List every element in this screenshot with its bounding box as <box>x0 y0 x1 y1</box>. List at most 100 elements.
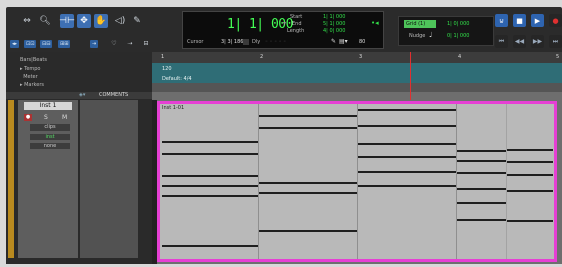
midi-note[interactable] <box>259 192 357 194</box>
pencil-tool-icon[interactable]: ✎ <box>130 14 144 28</box>
track-link-icon[interactable]: ⇢ <box>124 37 136 49</box>
rewind-button[interactable]: ◀◀ <box>513 35 526 48</box>
midi-note[interactable] <box>259 230 357 232</box>
meter-dots: ◦ ◦ ◦ ◦ ◦ <box>265 39 287 45</box>
midi-note[interactable] <box>507 149 553 151</box>
midi-note[interactable] <box>259 127 357 129</box>
start-label: Start <box>290 14 303 20</box>
midi-note[interactable] <box>162 175 258 177</box>
record-arm-icon[interactable]: ● <box>24 114 32 121</box>
nudge-time-value[interactable]: 0| 1| 000 <box>447 33 469 39</box>
midi-note[interactable] <box>457 202 506 204</box>
midi-note[interactable] <box>507 220 553 222</box>
tempo-value[interactable]: 120 <box>162 66 172 72</box>
midi-note[interactable] <box>358 125 456 127</box>
go-to-start-button[interactable]: ⏮ <box>495 35 508 48</box>
automation-mode-selector[interactable]: none <box>30 143 70 149</box>
zoom-toggle-icon[interactable]: ⇔ <box>20 14 34 28</box>
midi-merge-icon[interactable]: ⊍ <box>495 14 508 27</box>
grid-mode-indicator[interactable]: Grid (1) <box>404 20 436 28</box>
midi-note[interactable] <box>507 190 553 192</box>
midi-note[interactable] <box>358 143 456 145</box>
smart-tool-icon[interactable]: ✥ <box>77 14 91 28</box>
shuffle-mode-button[interactable]: ◂▸ <box>10 40 20 48</box>
mute-button[interactable]: M <box>62 114 67 121</box>
midi-note[interactable] <box>358 109 456 111</box>
midi-note[interactable] <box>358 171 456 173</box>
go-to-end-button[interactable]: ⏭ <box>549 35 562 48</box>
pencil-icon[interactable]: ✎ <box>331 38 336 45</box>
dly-box[interactable] <box>243 39 249 45</box>
track-name-field[interactable]: Inst 1 <box>24 102 72 110</box>
solo-button[interactable]: S <box>44 114 48 121</box>
scrubber-tool-icon[interactable]: ◁) <box>113 14 127 28</box>
pre-post-roll-icon[interactable]: •◂ <box>371 19 379 27</box>
grabber-tool-icon[interactable]: ✋ <box>94 14 108 28</box>
meter-ruler[interactable]: Default: 4/4 <box>152 75 562 83</box>
midi-note[interactable] <box>507 161 553 163</box>
stop-button[interactable]: ■ <box>513 14 526 27</box>
midi-note[interactable] <box>259 115 357 117</box>
bars-beats-ruler[interactable]: 1 2 3 4 5 <box>152 52 562 63</box>
tab-to-transient-button[interactable]: ⇥ <box>90 40 99 48</box>
midi-clip[interactable]: Inst 1-01 <box>157 101 557 262</box>
ruler-tempo[interactable]: ▸ Tempo <box>6 65 152 73</box>
ruler-markers[interactable]: ▸ Markers <box>6 81 152 89</box>
grid-nudge-panel: Grid (1) 1| 0| 000 Nudge ♩ 0| 1| 000 <box>398 16 494 46</box>
midi-note[interactable] <box>259 182 357 184</box>
ruler-meter[interactable]: Meter <box>6 73 152 81</box>
counter-display: Cursor 3| 3| 186 1| 1| 000 ▾ Start End L… <box>182 11 384 49</box>
spot-mode-button[interactable]: ⊡⊡ <box>24 40 37 48</box>
track-input-selector[interactable]: inst <box>30 134 70 140</box>
midi-note[interactable] <box>162 185 258 187</box>
grid-value[interactable]: 80 <box>359 39 365 45</box>
midi-note[interactable] <box>358 156 456 158</box>
link-icon[interactable]: ♡ <box>108 37 120 49</box>
slip-mode-button[interactable]: ⊟⊟ <box>40 40 53 48</box>
meter-value[interactable]: Default: 4/4 <box>162 76 192 82</box>
play-button[interactable]: ▶ <box>531 14 544 27</box>
start-value[interactable]: 1| 1| 000 <box>323 14 345 20</box>
ruler-bars-beats[interactable]: Bars|Beats <box>6 56 152 64</box>
midi-note[interactable] <box>457 219 506 221</box>
midi-note[interactable] <box>162 153 258 155</box>
midi-note[interactable] <box>457 160 506 162</box>
record-button[interactable]: ● <box>549 14 562 27</box>
midi-note[interactable] <box>457 150 506 152</box>
bar-number-1: 1 <box>161 54 165 60</box>
beat-line <box>506 104 507 259</box>
cursor-label: Cursor <box>187 39 204 45</box>
track-inst-1[interactable]: Inst 1 ● S M clips inst none <box>18 100 78 258</box>
clip-name: Inst 1-01 <box>162 105 185 111</box>
length-value[interactable]: 4| 0| 000 <box>323 28 345 34</box>
trim-tool-icon[interactable]: ⊣⊢ <box>59 14 75 28</box>
comments-column[interactable] <box>80 100 138 258</box>
cursor-value: 3| 3| 186 <box>221 39 244 45</box>
track-options-icon[interactable]: ◈▾ <box>79 92 85 98</box>
note-icon: ♩ <box>429 31 433 39</box>
bar-line-4 <box>456 104 457 259</box>
tempo-ruler[interactable]: 120 <box>152 63 562 75</box>
dly-label: Dly <box>252 39 261 45</box>
grid-num-label: (1) <box>418 21 426 27</box>
mirror-icon[interactable]: ⊟ <box>140 37 152 49</box>
end-value[interactable]: 5| 1| 000 <box>323 21 345 27</box>
midi-note[interactable] <box>162 245 258 247</box>
comments-header: COMMENTS <box>99 92 129 98</box>
playhead-line[interactable] <box>410 52 411 100</box>
midi-note[interactable] <box>457 188 506 190</box>
bar-number-4: 4 <box>458 54 462 60</box>
midi-note[interactable] <box>162 195 258 197</box>
fast-forward-button[interactable]: ▶▶ <box>531 35 544 48</box>
markers-ruler[interactable] <box>152 83 562 92</box>
grid-time-value[interactable]: 1| 0| 000 <box>447 21 469 27</box>
midi-note[interactable] <box>358 185 456 187</box>
grid-mode-button[interactable]: ⊞⊞ <box>58 40 71 48</box>
midi-note[interactable] <box>457 172 506 174</box>
chevron-down-icon[interactable]: ▾ <box>283 20 286 27</box>
track-view-selector[interactable]: clips <box>30 124 70 131</box>
midi-note[interactable] <box>162 141 258 143</box>
grid-menu-icon[interactable]: ▤▾ <box>339 38 348 45</box>
midi-note[interactable] <box>507 174 553 176</box>
zoomer-tool-icon[interactable]: 🔍︎ <box>38 14 52 28</box>
